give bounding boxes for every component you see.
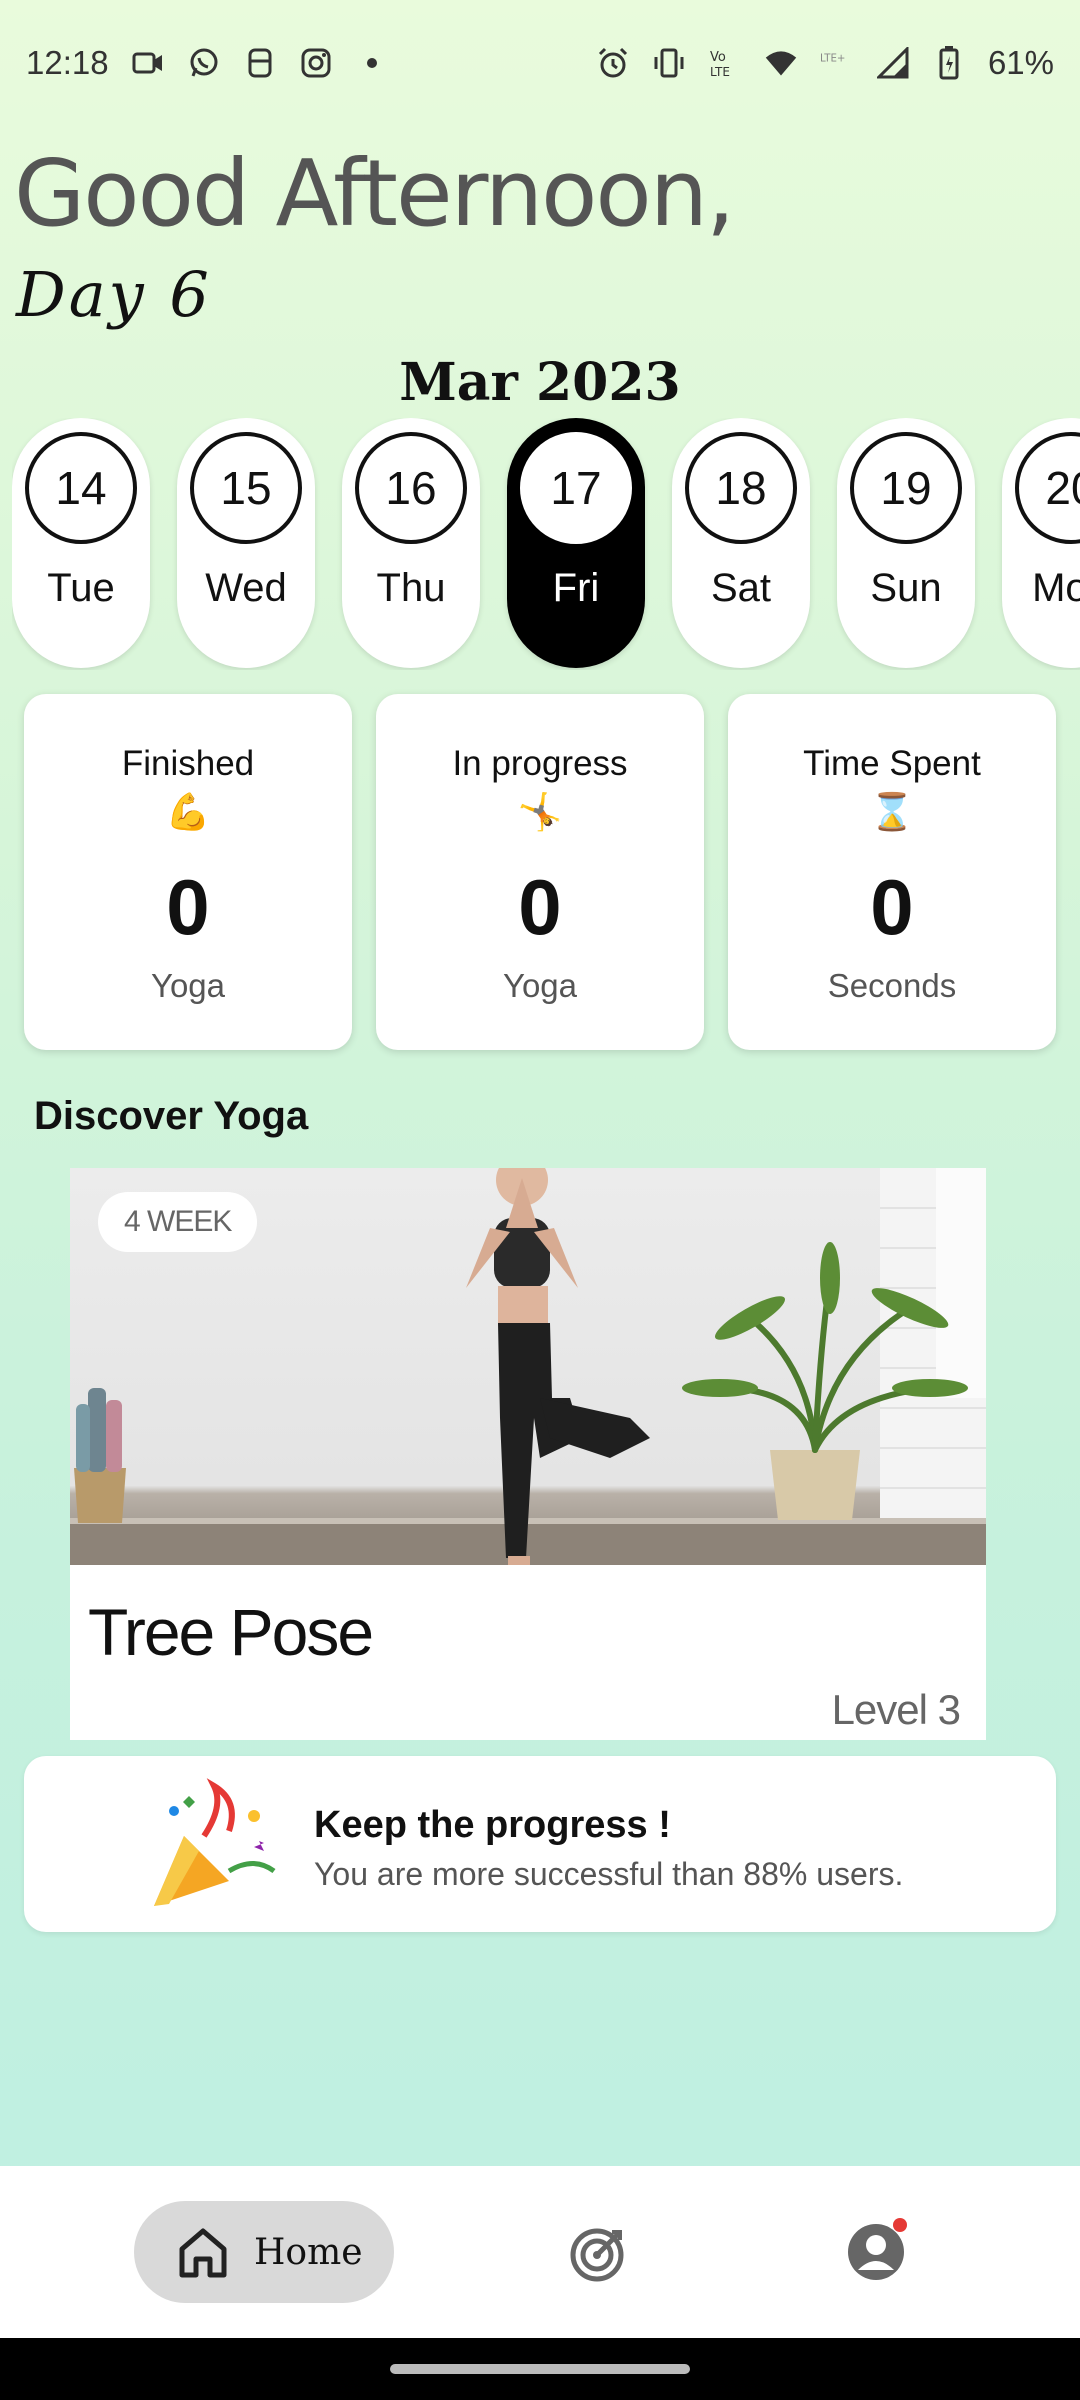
stat-unit: Yoga (502, 967, 578, 1004)
date-number: 18 (685, 432, 797, 544)
hourglass-icon: ⌛ (869, 791, 915, 832)
date-pill-17-selected[interactable]: 17 Fri (507, 418, 645, 668)
discover-section-title: Discover Yoga (34, 1094, 309, 1138)
battery-icon (932, 45, 966, 80)
date-pill-20[interactable]: 20 Mon (1002, 418, 1080, 668)
date-strip[interactable]: 14 Tue 15 Wed 16 Thu 17 Fri 18 Sat 19 Su… (12, 418, 1080, 670)
date-number: 16 (355, 432, 467, 544)
yoga-level: Level 3 (831, 1686, 961, 1733)
instagram-icon (299, 46, 333, 80)
dot-icon (355, 46, 389, 80)
date-number: 15 (190, 432, 302, 544)
wifi-icon (764, 46, 798, 80)
date-weekday: Sun (870, 566, 942, 610)
stat-title: Time Spent (803, 744, 981, 783)
flexed-biceps-icon: 💪 (165, 791, 211, 832)
date-weekday: Mon (1032, 566, 1080, 610)
day-label: Day 6 (16, 258, 212, 331)
date-pill-19[interactable]: 19 Sun (837, 418, 975, 668)
status-bar-right: Vo LTE LTE+ 61% (596, 44, 1054, 82)
home-icon (179, 2228, 227, 2278)
stat-value: 0 (518, 863, 562, 951)
stat-unit: Yoga (150, 967, 226, 1004)
stats-row: Finished 💪 0 Yoga In progress 🤸 0 Yoga T… (24, 694, 1056, 1050)
video-icon (131, 46, 165, 80)
alarm-icon (596, 46, 630, 80)
date-number: 19 (850, 432, 962, 544)
status-time: 12:18 (26, 43, 109, 81)
progress-title: Keep the progress ! (314, 1804, 671, 1846)
stat-value: 0 (870, 863, 914, 951)
date-pill-16[interactable]: 16 Thu (342, 418, 480, 668)
date-number: 14 (25, 432, 137, 544)
nav-home-button[interactable]: Home (134, 2201, 394, 2303)
svg-text:Vo: Vo (710, 50, 726, 65)
date-weekday: Fri (552, 566, 600, 610)
battery-percent: 61% (987, 43, 1054, 81)
date-weekday: Tue (47, 566, 115, 610)
stat-card-in-progress: In progress 🤸 0 Yoga (376, 694, 704, 1050)
target-icon[interactable] (568, 2226, 626, 2284)
progress-card: Keep the progress ! You are more success… (24, 1756, 1056, 1932)
lte-icon: LTE+ (820, 46, 854, 80)
volte-icon: Vo LTE (708, 46, 742, 80)
date-pill-14[interactable]: 14 Tue (12, 418, 150, 668)
home-gesture-bar[interactable] (390, 2364, 690, 2374)
yoga-program-card[interactable]: 4 WEEK Tree Pose Level 3 (70, 1168, 986, 1740)
whatsapp-icon (187, 46, 221, 80)
date-pill-15[interactable]: 15 Wed (177, 418, 315, 668)
week-badge: 4 WEEK (98, 1192, 258, 1252)
nav-home-label: Home (254, 2231, 363, 2273)
greeting-title: Good Afternoon, (14, 140, 735, 247)
progress-message: You are more successful than 88% users. (314, 1856, 904, 1892)
date-weekday: Wed (205, 566, 287, 610)
app-icon (243, 46, 277, 80)
status-bar: 12:18 Vo LTE LTE+ 61% (0, 0, 1080, 125)
cartwheel-icon: 🤸 (517, 791, 563, 832)
yoga-title: Tree Pose (88, 1595, 374, 1669)
date-weekday: Sat (710, 566, 772, 610)
stat-unit: Seconds (827, 967, 957, 1004)
stat-card-finished: Finished 💪 0 Yoga (24, 694, 352, 1050)
notification-dot (893, 2218, 907, 2232)
month-label: Mar 2023 (399, 352, 681, 413)
status-bar-left: 12:18 (26, 44, 389, 82)
signal-icon (876, 46, 910, 80)
svg-text:LTE+: LTE+ (820, 53, 845, 64)
vibrate-icon (652, 46, 686, 80)
stat-title: Finished (121, 744, 255, 783)
date-weekday: Thu (376, 566, 446, 610)
stat-card-time-spent: Time Spent ⌛ 0 Seconds (728, 694, 1056, 1050)
yoga-photo: 4 WEEK (70, 1168, 986, 1565)
svg-text:LTE: LTE (710, 65, 730, 79)
party-popper-icon (154, 1778, 276, 1906)
date-number: 20 (1015, 432, 1080, 544)
stat-title: In progress (452, 744, 628, 783)
stat-value: 0 (166, 863, 210, 951)
date-pill-18[interactable]: 18 Sat (672, 418, 810, 668)
bottom-navigation: Home (0, 2166, 1080, 2338)
date-number: 17 (520, 432, 632, 544)
